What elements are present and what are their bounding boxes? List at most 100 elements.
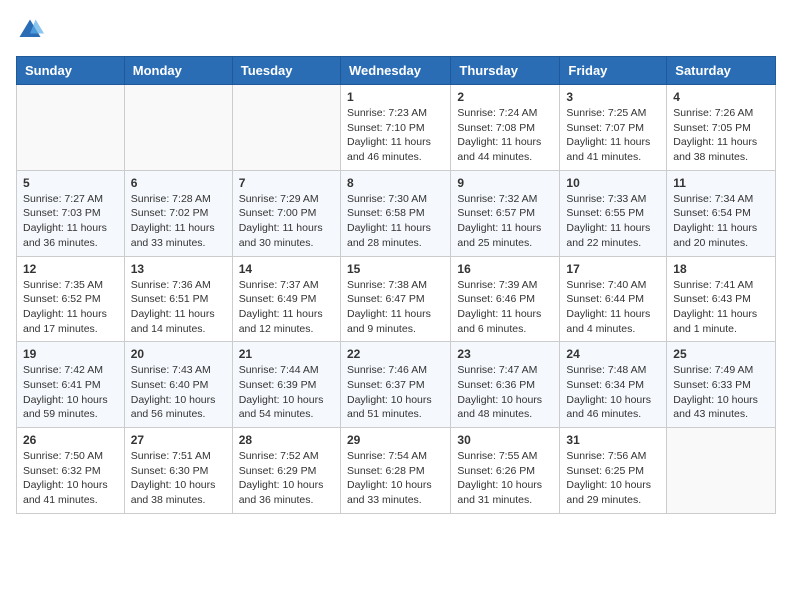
calendar-header-row: SundayMondayTuesdayWednesdayThursdayFrid…: [17, 57, 776, 85]
day-info: Sunrise: 7:50 AM Sunset: 6:32 PM Dayligh…: [23, 449, 118, 508]
calendar-cell: 5 Sunrise: 7:27 AM Sunset: 7:03 PM Daylig…: [17, 170, 125, 256]
calendar-cell: [124, 85, 232, 171]
day-info: Sunrise: 7:35 AM Sunset: 6:52 PM Dayligh…: [23, 278, 118, 337]
calendar-cell: 19 Sunrise: 7:42 AM Sunset: 6:41 PM Dayli…: [17, 342, 125, 428]
calendar-cell: 29 Sunrise: 7:54 AM Sunset: 6:28 PM Dayli…: [340, 428, 450, 514]
calendar-week-row: 12 Sunrise: 7:35 AM Sunset: 6:52 PM Dayli…: [17, 256, 776, 342]
day-number: 16: [457, 262, 553, 276]
day-info: Sunrise: 7:42 AM Sunset: 6:41 PM Dayligh…: [23, 363, 118, 422]
calendar-cell: 23 Sunrise: 7:47 AM Sunset: 6:36 PM Dayli…: [451, 342, 560, 428]
day-info: Sunrise: 7:36 AM Sunset: 6:51 PM Dayligh…: [131, 278, 226, 337]
day-info: Sunrise: 7:25 AM Sunset: 7:07 PM Dayligh…: [566, 106, 660, 165]
calendar-cell: 7 Sunrise: 7:29 AM Sunset: 7:00 PM Daylig…: [232, 170, 340, 256]
calendar-cell: 13Sunrise: 7:36 AM Sunset: 6:51 PM Dayli…: [124, 256, 232, 342]
calendar-cell: 3Sunrise: 7:25 AM Sunset: 7:07 PM Daylig…: [560, 85, 667, 171]
day-info: Sunrise: 7:48 AM Sunset: 6:34 PM Dayligh…: [566, 363, 660, 422]
day-info: Sunrise: 7:23 AM Sunset: 7:10 PM Dayligh…: [347, 106, 444, 165]
calendar-cell: 21 Sunrise: 7:44 AM Sunset: 6:39 PM Dayli…: [232, 342, 340, 428]
day-number: 25: [673, 347, 769, 361]
day-number: 20: [131, 347, 226, 361]
calendar-cell: 15 Sunrise: 7:38 AM Sunset: 6:47 PM Dayli…: [340, 256, 450, 342]
day-number: 23: [457, 347, 553, 361]
calendar-cell: 11Sunrise: 7:34 AM Sunset: 6:54 PM Dayli…: [667, 170, 776, 256]
day-number: 1: [347, 90, 444, 104]
day-info: Sunrise: 7:41 AM Sunset: 6:43 PM Dayligh…: [673, 278, 769, 337]
day-number: 8: [347, 176, 444, 190]
weekday-header-sunday: Sunday: [17, 57, 125, 85]
calendar-week-row: 26 Sunrise: 7:50 AM Sunset: 6:32 PM Dayli…: [17, 428, 776, 514]
day-number: 24: [566, 347, 660, 361]
calendar-week-row: 5 Sunrise: 7:27 AM Sunset: 7:03 PM Daylig…: [17, 170, 776, 256]
day-info: Sunrise: 7:40 AM Sunset: 6:44 PM Dayligh…: [566, 278, 660, 337]
day-info: Sunrise: 7:46 AM Sunset: 6:37 PM Dayligh…: [347, 363, 444, 422]
day-number: 29: [347, 433, 444, 447]
day-number: 28: [239, 433, 334, 447]
day-info: Sunrise: 7:38 AM Sunset: 6:47 PM Dayligh…: [347, 278, 444, 337]
day-info: Sunrise: 7:54 AM Sunset: 6:28 PM Dayligh…: [347, 449, 444, 508]
calendar-cell: 4 Sunrise: 7:26 AM Sunset: 7:05 PM Daylig…: [667, 85, 776, 171]
day-number: 31: [566, 433, 660, 447]
day-number: 6: [131, 176, 226, 190]
day-info: Sunrise: 7:51 AM Sunset: 6:30 PM Dayligh…: [131, 449, 226, 508]
day-info: Sunrise: 7:52 AM Sunset: 6:29 PM Dayligh…: [239, 449, 334, 508]
weekday-header-saturday: Saturday: [667, 57, 776, 85]
weekday-header-tuesday: Tuesday: [232, 57, 340, 85]
day-info: Sunrise: 7:37 AM Sunset: 6:49 PM Dayligh…: [239, 278, 334, 337]
calendar-cell: [667, 428, 776, 514]
calendar-cell: 27 Sunrise: 7:51 AM Sunset: 6:30 PM Dayli…: [124, 428, 232, 514]
calendar-cell: 18 Sunrise: 7:41 AM Sunset: 6:43 PM Dayli…: [667, 256, 776, 342]
day-number: 15: [347, 262, 444, 276]
calendar-cell: 8 Sunrise: 7:30 AM Sunset: 6:58 PM Daylig…: [340, 170, 450, 256]
day-number: 18: [673, 262, 769, 276]
calendar-cell: 31 Sunrise: 7:56 AM Sunset: 6:25 PM Dayli…: [560, 428, 667, 514]
calendar-cell: [17, 85, 125, 171]
weekday-header-monday: Monday: [124, 57, 232, 85]
calendar-cell: 9 Sunrise: 7:32 AM Sunset: 6:57 PM Daylig…: [451, 170, 560, 256]
day-info: Sunrise: 7:26 AM Sunset: 7:05 PM Dayligh…: [673, 106, 769, 165]
day-number: 12: [23, 262, 118, 276]
day-info: Sunrise: 7:30 AM Sunset: 6:58 PM Dayligh…: [347, 192, 444, 251]
day-info: Sunrise: 7:47 AM Sunset: 6:36 PM Dayligh…: [457, 363, 553, 422]
day-info: Sunrise: 7:28 AM Sunset: 7:02 PM Dayligh…: [131, 192, 226, 251]
page-header: [16, 16, 776, 44]
day-info: Sunrise: 7:24 AM Sunset: 7:08 PM Dayligh…: [457, 106, 553, 165]
day-info: Sunrise: 7:27 AM Sunset: 7:03 PM Dayligh…: [23, 192, 118, 251]
day-number: 21: [239, 347, 334, 361]
day-number: 4: [673, 90, 769, 104]
day-number: 17: [566, 262, 660, 276]
weekday-header-friday: Friday: [560, 57, 667, 85]
calendar-cell: 6 Sunrise: 7:28 AM Sunset: 7:02 PM Daylig…: [124, 170, 232, 256]
day-info: Sunrise: 7:32 AM Sunset: 6:57 PM Dayligh…: [457, 192, 553, 251]
calendar-cell: 12 Sunrise: 7:35 AM Sunset: 6:52 PM Dayli…: [17, 256, 125, 342]
calendar-table: SundayMondayTuesdayWednesdayThursdayFrid…: [16, 56, 776, 514]
day-info: Sunrise: 7:34 AM Sunset: 6:54 PM Dayligh…: [673, 192, 769, 251]
calendar-cell: 24 Sunrise: 7:48 AM Sunset: 6:34 PM Dayli…: [560, 342, 667, 428]
calendar-cell: 1 Sunrise: 7:23 AM Sunset: 7:10 PM Daylig…: [340, 85, 450, 171]
calendar-cell: 16 Sunrise: 7:39 AM Sunset: 6:46 PM Dayli…: [451, 256, 560, 342]
day-info: Sunrise: 7:44 AM Sunset: 6:39 PM Dayligh…: [239, 363, 334, 422]
calendar-cell: 2Sunrise: 7:24 AM Sunset: 7:08 PM Daylig…: [451, 85, 560, 171]
calendar-cell: 14 Sunrise: 7:37 AM Sunset: 6:49 PM Dayli…: [232, 256, 340, 342]
day-number: 27: [131, 433, 226, 447]
day-info: Sunrise: 7:56 AM Sunset: 6:25 PM Dayligh…: [566, 449, 660, 508]
calendar-cell: 10Sunrise: 7:33 AM Sunset: 6:55 PM Dayli…: [560, 170, 667, 256]
calendar-cell: 28 Sunrise: 7:52 AM Sunset: 6:29 PM Dayli…: [232, 428, 340, 514]
day-info: Sunrise: 7:55 AM Sunset: 6:26 PM Dayligh…: [457, 449, 553, 508]
logo-icon: [16, 16, 44, 44]
day-number: 9: [457, 176, 553, 190]
day-info: Sunrise: 7:29 AM Sunset: 7:00 PM Dayligh…: [239, 192, 334, 251]
calendar-cell: 22Sunrise: 7:46 AM Sunset: 6:37 PM Dayli…: [340, 342, 450, 428]
day-info: Sunrise: 7:39 AM Sunset: 6:46 PM Dayligh…: [457, 278, 553, 337]
day-number: 19: [23, 347, 118, 361]
day-number: 26: [23, 433, 118, 447]
weekday-header-thursday: Thursday: [451, 57, 560, 85]
calendar-cell: 26 Sunrise: 7:50 AM Sunset: 6:32 PM Dayli…: [17, 428, 125, 514]
weekday-header-wednesday: Wednesday: [340, 57, 450, 85]
calendar-cell: 25Sunrise: 7:49 AM Sunset: 6:33 PM Dayli…: [667, 342, 776, 428]
calendar-week-row: 19 Sunrise: 7:42 AM Sunset: 6:41 PM Dayli…: [17, 342, 776, 428]
day-number: 7: [239, 176, 334, 190]
day-number: 14: [239, 262, 334, 276]
calendar-cell: 30Sunrise: 7:55 AM Sunset: 6:26 PM Dayli…: [451, 428, 560, 514]
day-number: 5: [23, 176, 118, 190]
calendar-cell: [232, 85, 340, 171]
